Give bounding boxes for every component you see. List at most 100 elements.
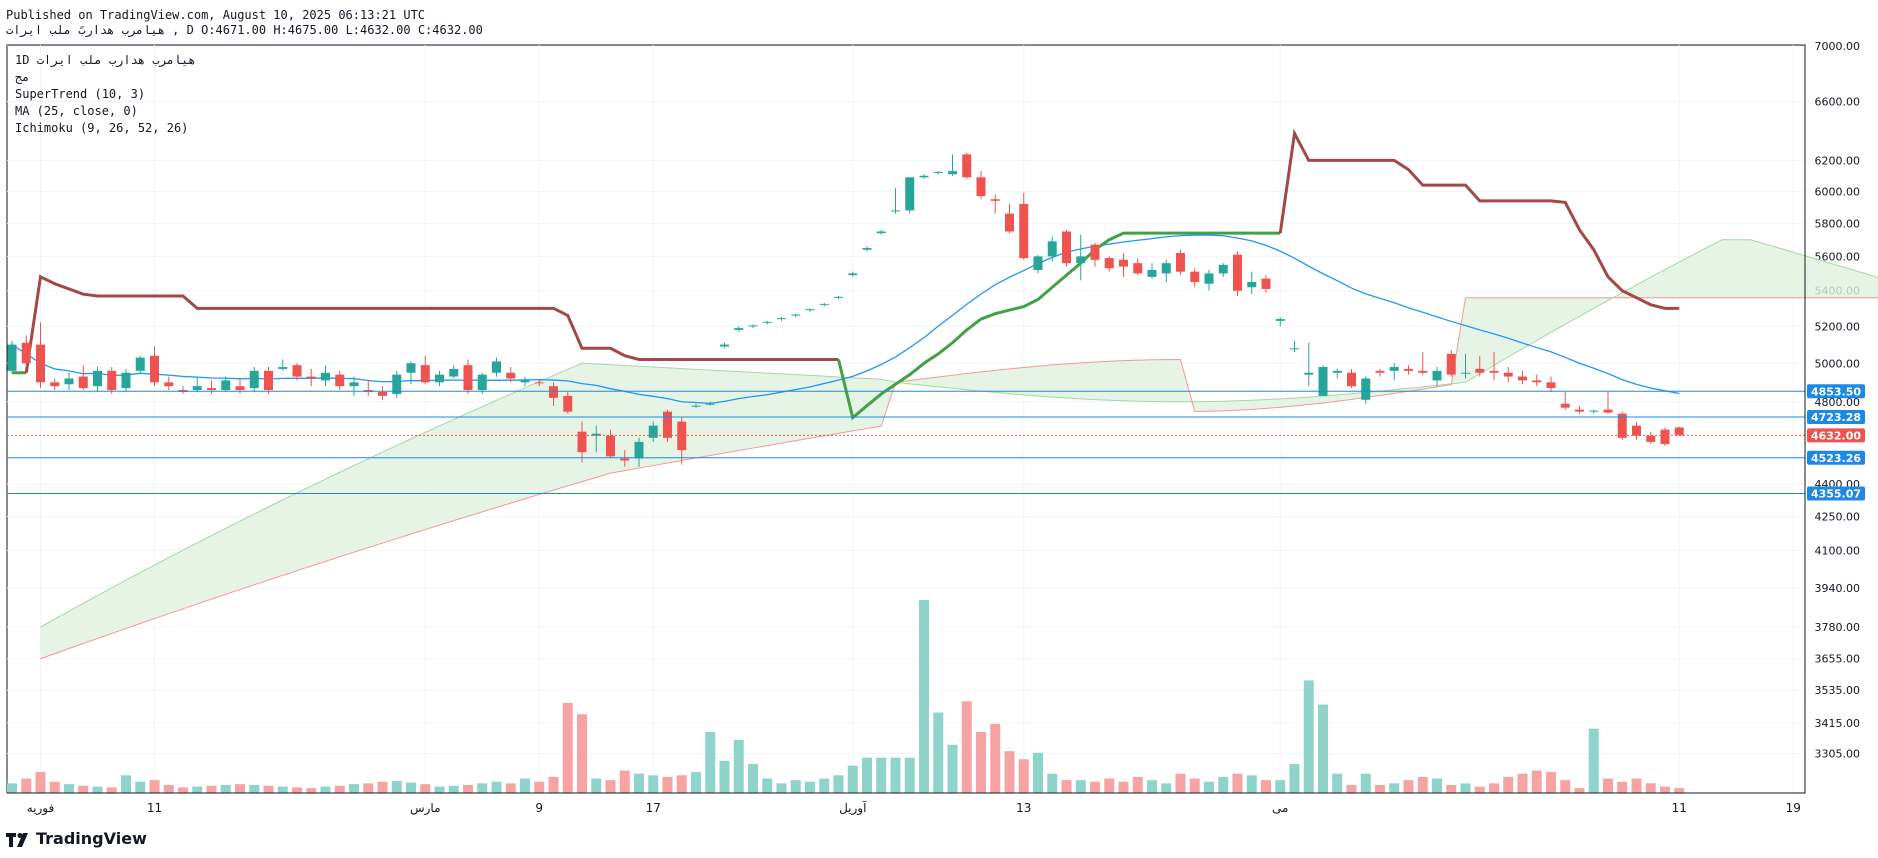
volume-bar bbox=[1631, 778, 1642, 793]
candle-body bbox=[1204, 273, 1214, 284]
candle-body bbox=[1176, 253, 1185, 272]
candle-body bbox=[207, 388, 216, 391]
candle-body bbox=[1589, 410, 1599, 412]
volume-bar bbox=[106, 787, 117, 793]
y-tick-label: 6600.00 bbox=[1815, 95, 1861, 108]
candle-body bbox=[1646, 435, 1656, 442]
candle-body bbox=[634, 441, 644, 459]
candle-body bbox=[1119, 259, 1128, 267]
volume-bar bbox=[1175, 773, 1186, 793]
volume-bar bbox=[947, 744, 958, 793]
x-tick-label: می bbox=[1272, 801, 1288, 815]
volume-bar bbox=[705, 731, 716, 793]
volume-bar bbox=[306, 788, 317, 793]
candle-body bbox=[492, 361, 501, 373]
candle-body bbox=[1275, 319, 1285, 321]
y-tick-label: 3415.00 bbox=[1815, 717, 1861, 730]
volume-bar bbox=[1474, 786, 1485, 793]
price-chart[interactable]: 7000.006600.006200.006000.005800.005600.… bbox=[0, 0, 1878, 858]
candle-body bbox=[1575, 409, 1584, 412]
candle-body bbox=[862, 248, 872, 250]
legend-ma[interactable]: MA (25, close, 0) bbox=[15, 103, 138, 120]
candle-body bbox=[948, 171, 957, 175]
candle-body bbox=[1147, 269, 1157, 277]
volume-bar bbox=[121, 775, 131, 793]
candle-body bbox=[1418, 370, 1428, 373]
candle-body bbox=[876, 231, 886, 234]
volume-bar bbox=[1546, 772, 1556, 793]
volume-bar bbox=[320, 786, 331, 793]
volume-bar bbox=[192, 786, 203, 793]
price-label: 4632.00 bbox=[1811, 429, 1861, 442]
volume-bar bbox=[1417, 776, 1428, 793]
candle-body bbox=[1261, 278, 1271, 289]
legend-supertrend[interactable]: SuperTrend (10, 3) bbox=[15, 86, 145, 103]
volume-bar bbox=[1389, 783, 1400, 793]
volume-bar bbox=[634, 773, 644, 793]
candle-body bbox=[819, 303, 829, 305]
volume-bar bbox=[1603, 778, 1613, 793]
volume-bar bbox=[477, 783, 488, 793]
candle-body bbox=[990, 199, 1000, 201]
volume-bar bbox=[976, 731, 986, 793]
candle-body bbox=[477, 374, 487, 391]
candle-body bbox=[1432, 370, 1442, 381]
tradingview-logo: TradingView bbox=[6, 829, 147, 848]
candle-body bbox=[349, 382, 359, 387]
volume-bar bbox=[349, 784, 359, 793]
volume-bar bbox=[64, 784, 74, 793]
candle-body bbox=[1005, 213, 1014, 232]
volume-bar bbox=[790, 780, 801, 793]
candle-body bbox=[1218, 264, 1228, 274]
candle-body bbox=[1019, 204, 1029, 259]
legend-ichimoku[interactable]: Ichimoku (9, 26, 52, 26) bbox=[15, 120, 188, 137]
candle-body bbox=[221, 380, 231, 391]
candle-body bbox=[107, 370, 117, 391]
volume-bar bbox=[1617, 781, 1628, 793]
candle-body bbox=[1062, 231, 1071, 264]
candle-body bbox=[834, 296, 843, 298]
candle-body bbox=[406, 363, 416, 373]
volume-bar bbox=[833, 775, 844, 793]
candle-body bbox=[192, 386, 202, 391]
y-tick-label: 5000.00 bbox=[1815, 357, 1861, 370]
candle-body bbox=[1233, 254, 1242, 291]
volume-bar bbox=[1232, 773, 1243, 793]
volume-bar bbox=[562, 702, 573, 793]
x-tick-label: فوریه bbox=[27, 801, 55, 816]
candle-body bbox=[891, 210, 900, 212]
x-tick-label: مارس bbox=[410, 801, 441, 816]
volume-bar bbox=[163, 784, 174, 793]
volume-bar bbox=[1033, 752, 1043, 793]
candle-body bbox=[463, 365, 473, 391]
volume-bar bbox=[577, 714, 587, 793]
candle-body bbox=[905, 177, 915, 211]
candle-body bbox=[1332, 370, 1342, 373]
volume-bar bbox=[933, 712, 944, 793]
volume-bar bbox=[990, 723, 1001, 793]
candle-body bbox=[1404, 368, 1413, 371]
candle-body bbox=[506, 372, 516, 379]
volume-bar bbox=[691, 772, 701, 793]
candle-body bbox=[420, 365, 430, 383]
volume-bar bbox=[1275, 780, 1286, 793]
price-label: 4853.50 bbox=[1811, 385, 1861, 398]
candle-body bbox=[606, 435, 615, 457]
volume-bar bbox=[249, 784, 260, 793]
y-tick-label: 5200.00 bbox=[1815, 320, 1861, 333]
candle-body bbox=[1660, 429, 1670, 444]
candle-body bbox=[1304, 372, 1314, 375]
candle-body bbox=[720, 344, 729, 347]
volume-bar bbox=[1531, 770, 1542, 793]
candle-body bbox=[264, 370, 273, 391]
candle-body bbox=[93, 370, 102, 387]
volume-bar bbox=[919, 600, 929, 793]
volume-bar bbox=[448, 785, 459, 793]
volume-bar bbox=[1218, 776, 1229, 793]
volume-bar bbox=[235, 784, 245, 793]
candle-body bbox=[563, 395, 573, 412]
volume-bar bbox=[1147, 780, 1157, 793]
candle-body bbox=[1518, 376, 1527, 381]
supertrend-line-down bbox=[24, 274, 839, 373]
candle-body bbox=[1461, 372, 1470, 374]
